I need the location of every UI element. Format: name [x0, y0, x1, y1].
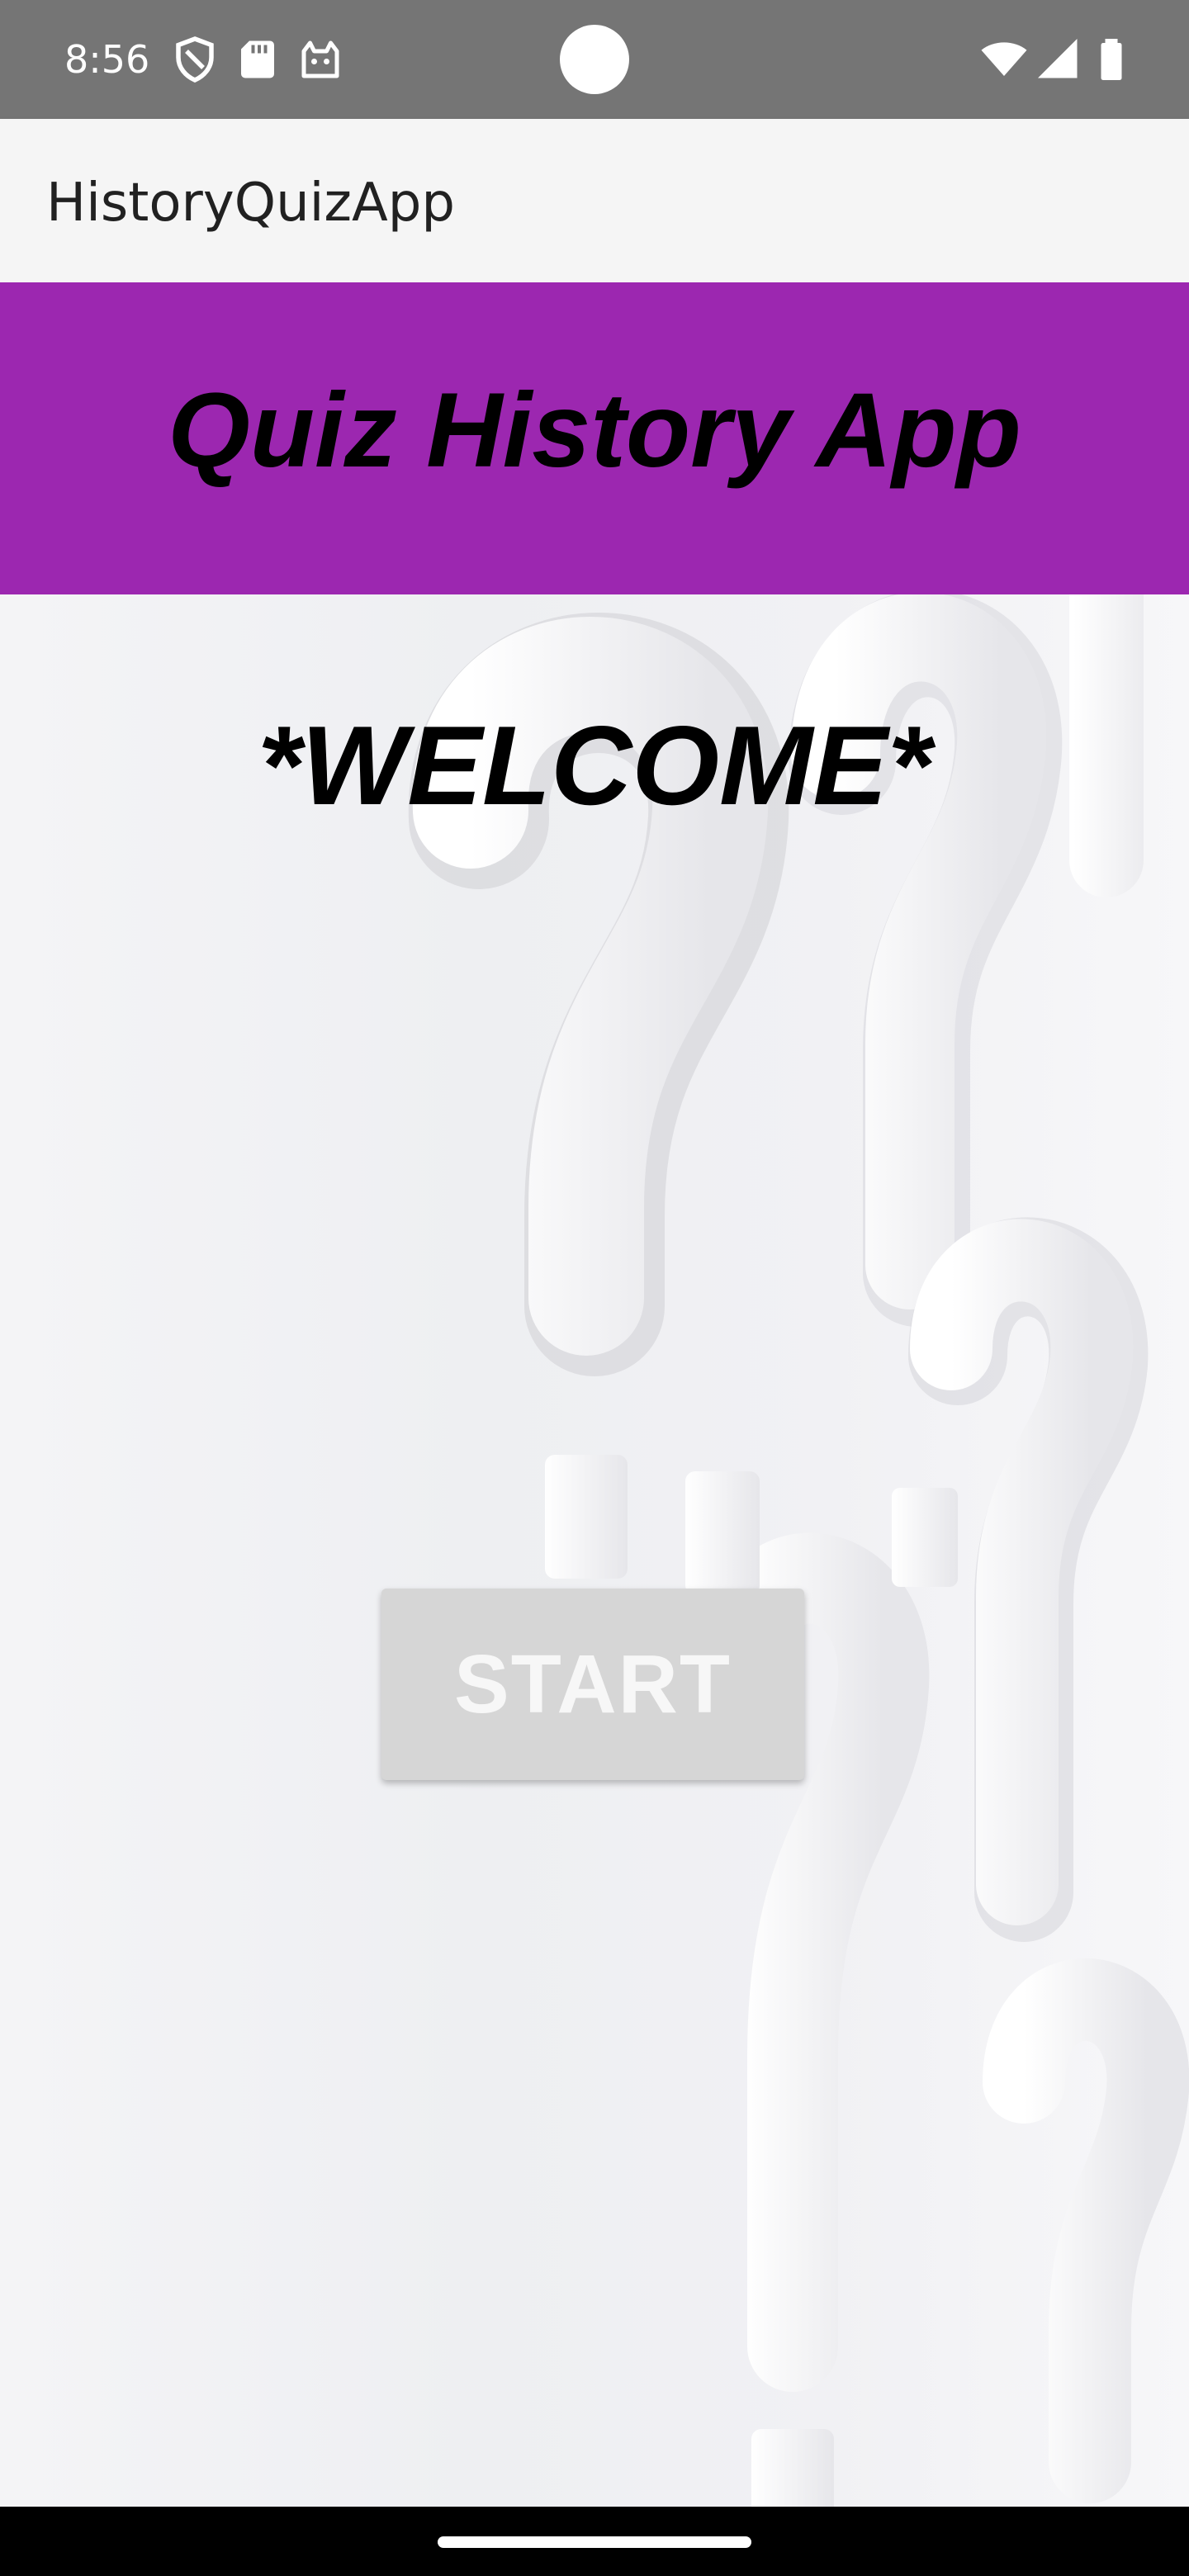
battery-icon — [1087, 35, 1136, 84]
cat-face-icon — [296, 35, 345, 84]
app-bar: HistoryQuizApp — [0, 119, 1189, 282]
app-title: HistoryQuizApp — [46, 173, 456, 234]
status-time: 8:56 — [64, 37, 150, 82]
header-banner: Quiz History App — [0, 282, 1189, 594]
shield-icon — [170, 35, 220, 84]
header-title: Quiz History App — [168, 372, 1021, 490]
welcome-text: *WELCOME* — [258, 703, 931, 828]
camera-cutout — [560, 25, 629, 94]
question-marks-illustration — [408, 282, 1189, 2507]
navigation-bar — [0, 2507, 1189, 2576]
main-content: Quiz History App *WELCOME* START — [0, 282, 1189, 2507]
wifi-icon — [979, 35, 1029, 84]
home-handle[interactable] — [438, 2536, 751, 2548]
sd-card-icon — [233, 35, 282, 84]
status-bar: 8:56 — [0, 0, 1189, 119]
cellular-signal-icon — [1034, 35, 1083, 84]
start-button[interactable]: START — [381, 1589, 804, 1780]
